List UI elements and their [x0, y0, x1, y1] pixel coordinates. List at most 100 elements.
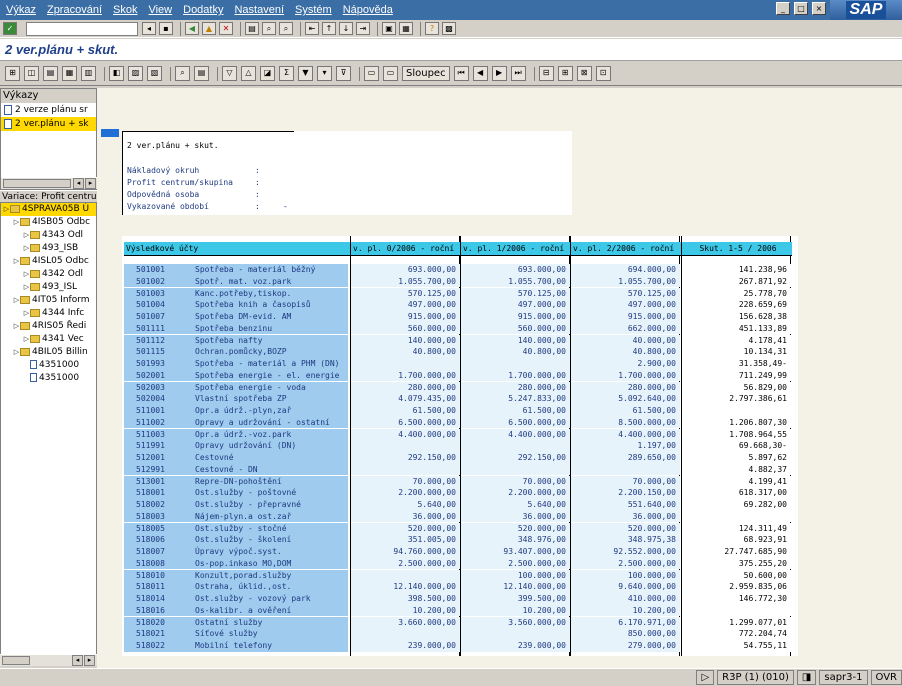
table-row[interactable]: 511991 Opravy udržování (DN) 1.197,00 69.66… — [122, 440, 798, 452]
table-row[interactable]: 518003 Nájem-plyn.a ost.zař 36.000,00 36.00… — [122, 510, 798, 523]
back-icon[interactable]: ◀ — [185, 22, 199, 35]
graphic-icon[interactable]: ▥ — [81, 66, 96, 81]
tree-node[interactable]: ▷ 4IT05 Inform — [1, 294, 96, 307]
tree-node[interactable]: ▷ 4343 Odl — [1, 229, 96, 242]
new-session-icon[interactable]: ▣ — [382, 22, 396, 35]
table-row[interactable]: 518021 Síťové služby 850.000,00 772.204,74 — [122, 628, 798, 640]
expand-toggle-icon[interactable]: ▷ — [23, 281, 30, 294]
collapse-icon[interactable]: ▧ — [147, 66, 162, 81]
table-row[interactable]: 511003 Opr.a údrž.-voz.park 4.400.000,00 4.… — [122, 428, 798, 441]
table-row[interactable]: 501111 Spotřeba benzinu 560.000,00 560.000,… — [122, 322, 798, 335]
last-column-icon[interactable]: ⏭ — [510, 66, 526, 81]
expand-toggle-icon[interactable]: ▷ — [13, 255, 20, 268]
table-row[interactable]: 512991 Cestovné - DN 4.882,37 — [122, 463, 798, 476]
scroll-right-icon[interactable]: ▸ — [84, 655, 95, 666]
table-row[interactable]: 502003 Spotřeba energie - voda 280.000,00 2… — [122, 381, 798, 394]
scroll-left-icon[interactable]: ◂ — [72, 655, 83, 666]
tree-node[interactable]: ▷ 493_ISL — [1, 281, 96, 294]
table-row[interactable]: 518007 Úpravy výpoč.syst. 94.760.000,00 93.… — [122, 546, 798, 558]
expand-toggle-icon[interactable]: ▷ — [13, 346, 20, 359]
next-column-icon[interactable]: ▶ — [491, 66, 507, 81]
exit-icon[interactable]: ▲ — [202, 22, 216, 35]
table-row[interactable]: 501993 Spotřeba - materiál a PHM (DN) 2.90… — [122, 358, 798, 370]
table-row[interactable]: 511002 Opravy a udržování - ostatní 6.500.… — [122, 416, 798, 429]
table-row[interactable]: 518020 Ostatní služby 3.660.000,00 3.560.00… — [122, 616, 798, 629]
nav-tree-icon[interactable]: ⊞ — [5, 66, 20, 81]
table-icon[interactable]: ▦ — [62, 66, 77, 81]
table-row[interactable]: 518008 Os-pop.inkaso MO,DOM 2.500.000,00 2.… — [122, 557, 798, 570]
expand-toggle-icon[interactable]: ▷ — [13, 320, 20, 333]
table-row[interactable]: 518011 Ostraha, úklid.,ost. 12.140.000,00 1… — [122, 581, 798, 593]
prev-page-icon[interactable]: ↑ — [322, 22, 336, 35]
command-history-icon[interactable]: ◂ — [142, 22, 156, 35]
minimize-icon[interactable]: _ — [776, 2, 790, 15]
tree-node[interactable]: ▷ 4344 Infc — [1, 307, 96, 320]
table-row[interactable]: 501115 Ochran.pomůcky,BOZP 40.800,00 40.800… — [122, 346, 798, 358]
column-header[interactable]: v. pl. 1/2006 - roční — [461, 242, 570, 256]
next-page-icon[interactable]: ↓ — [339, 22, 353, 35]
tree-node[interactable]: ▷ 4341 Vec — [1, 333, 96, 346]
menu-napoveda[interactable]: Nápověda — [343, 4, 393, 16]
cancel-icon[interactable]: ✕ — [219, 22, 233, 35]
table-row[interactable]: 501001 Spotřeba - materiál běžný 693.000,0… — [122, 264, 798, 276]
command-field[interactable] — [26, 21, 138, 36]
expand-toggle-icon[interactable]: ▷ — [23, 307, 30, 320]
shortcut-icon[interactable]: ▦ — [399, 22, 413, 35]
expand-toggle-icon[interactable]: ▷ — [13, 216, 20, 229]
menu-view[interactable]: View — [148, 4, 172, 16]
scroll-thumb[interactable] — [2, 656, 30, 665]
hierarchy-all-icon[interactable]: ⊡ — [595, 66, 611, 81]
reports-scrollbar[interactable]: ◂ ▸ — [1, 177, 98, 189]
table-row[interactable]: 501112 Spotřeba nafty 140.000,00 140.000,00… — [122, 334, 798, 347]
sort-ascending-icon[interactable]: ▽ — [222, 66, 237, 81]
tree-node[interactable]: 4351000 — [1, 372, 96, 385]
menu-system[interactable]: Systém — [295, 4, 332, 16]
table-row[interactable]: 518002 Ost.služby - přepravné 5.640,00 5.64… — [122, 499, 798, 511]
expand-toggle-icon[interactable]: ▷ — [23, 229, 30, 242]
tree-node[interactable]: 4351000 — [1, 359, 96, 372]
save-icon[interactable]: ▪ — [159, 22, 173, 35]
table-row[interactable]: 518016 Os-kalibr. a ověření 10.200,00 10.20… — [122, 604, 798, 617]
close-icon[interactable]: × — [812, 2, 826, 15]
table-row[interactable]: 502004 Vlastní spotřeba ZP 4.079.435,00 5.2… — [122, 393, 798, 405]
last-page-icon[interactable]: ⇥ — [356, 22, 370, 35]
hierarchy-expand-icon[interactable]: ⊞ — [557, 66, 573, 81]
tree-node[interactable]: ▷ 4342 Odl — [1, 268, 96, 281]
select-icon[interactable]: ▤ — [43, 66, 58, 81]
header-icon[interactable]: ▭ — [364, 66, 379, 81]
hierarchy-level-icon[interactable]: ⊠ — [576, 66, 592, 81]
export-icon[interactable]: ◪ — [260, 66, 275, 81]
enter-icon[interactable]: ✓ — [3, 22, 17, 35]
tree-node[interactable]: ▷ 4SPRAVA05B Ú — [1, 203, 96, 216]
menu-dodatky[interactable]: Dodatky — [183, 4, 223, 16]
filter-set-icon[interactable]: ▾ — [317, 66, 332, 81]
report-item[interactable]: 2 verze plánu sr — [1, 103, 96, 117]
sum-icon[interactable]: Σ — [279, 66, 294, 81]
table-row[interactable]: 518014 Ost.služby - vozový park 398.500,00… — [122, 593, 798, 605]
maximize-icon[interactable]: □ — [794, 2, 808, 15]
layout-icon[interactable]: ▩ — [442, 22, 456, 35]
tree-node[interactable]: ▷ 4ISB05 Odbc — [1, 216, 96, 229]
column-header[interactable]: Výsledkové účty — [124, 242, 350, 256]
column-header[interactable]: v. pl. 2/2006 - roční — [571, 242, 681, 256]
table-row[interactable]: 518006 Ost.služby - školení 351.005,00 348.… — [122, 534, 798, 546]
table-row[interactable]: 501003 Kanc.potřeby,tiskop. 570.125,00 570.… — [122, 287, 798, 300]
menu-nastaveni[interactable]: Nastavení — [234, 4, 284, 16]
table-row[interactable]: 502001 Spotřeba energie - el. energie 1.70… — [122, 369, 798, 382]
table-row[interactable]: 501002 Spotř. mat. voz.park 1.055.700,00 1.… — [122, 275, 798, 288]
scroll-right-icon[interactable]: ▸ — [85, 178, 96, 189]
detail-icon[interactable]: ⌕ — [175, 66, 190, 81]
find-icon[interactable]: ⌕ — [262, 22, 276, 35]
status-toggle-icon[interactable]: ◨ — [796, 670, 817, 685]
first-page-icon[interactable]: ⇤ — [305, 22, 319, 35]
expand-toggle-icon[interactable]: ▷ — [23, 333, 30, 346]
column-header[interactable]: v. pl. 0/2006 - roční — [351, 242, 460, 256]
tree-node[interactable]: ▷ 493_ISB — [1, 242, 96, 255]
menu-vykaz[interactable]: Výkaz — [6, 4, 36, 16]
table-row[interactable]: 501004 Spotřeba knih a časopisů 497.000,00… — [122, 299, 798, 311]
sort-descending-icon[interactable]: △ — [241, 66, 256, 81]
first-column-icon[interactable]: ⏮ — [453, 66, 469, 81]
report-item-selected[interactable]: 2 ver.plánu + sk — [1, 117, 96, 131]
status-arrow-icon[interactable]: ▷ — [696, 670, 715, 685]
column-header[interactable]: Skut. 1-5 / 2006 — [682, 242, 792, 256]
